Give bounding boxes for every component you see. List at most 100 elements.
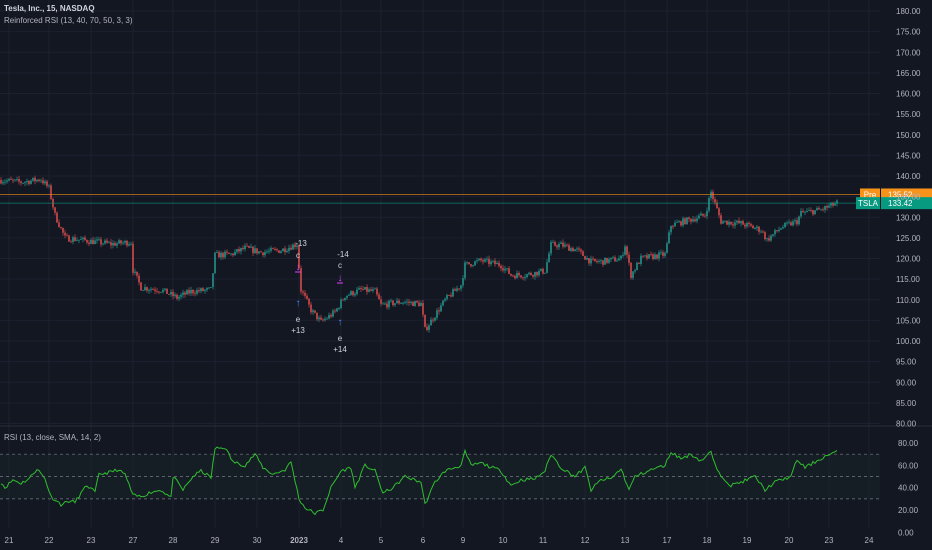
candle-body — [330, 315, 332, 317]
candle-body — [704, 215, 706, 217]
candle-body — [184, 292, 186, 295]
candle-body — [12, 179, 14, 181]
candle-body — [438, 310, 440, 312]
candle-body — [398, 300, 400, 304]
candle-body — [78, 239, 80, 241]
arrow-down-icon: ↓ — [296, 262, 301, 273]
rsi-legend[interactable]: RSI (13, close, SMA, 14, 2) — [4, 433, 101, 442]
candle-body — [366, 287, 368, 292]
candle-body — [482, 260, 484, 262]
candle-body — [616, 260, 618, 262]
candle-body — [486, 258, 488, 260]
candle-body — [166, 288, 168, 295]
candle-body — [138, 275, 140, 283]
indicator-legend[interactable]: Reinforced RSI (13, 40, 70, 50, 3, 3) — [4, 16, 133, 25]
candle-body — [672, 225, 674, 227]
candle-body — [234, 251, 236, 256]
candle-body — [208, 287, 210, 289]
chart-canvas[interactable]: Pre 135.52TSLA 133.42 -13c↓↑e+13-14c↓↑e+14… — [0, 0, 932, 550]
candle-body — [422, 303, 424, 315]
candle-body — [658, 252, 660, 259]
price-tick-label: 120.00 — [896, 255, 921, 264]
signal-bull-label: e — [296, 315, 301, 324]
candle-body — [620, 255, 622, 259]
candle-body — [16, 178, 18, 180]
candle-body — [406, 301, 408, 303]
rsi-tick-label: 0.00 — [898, 528, 914, 537]
candle-body — [558, 243, 560, 248]
candle-body — [624, 246, 626, 255]
candle-body — [738, 220, 740, 224]
candle-body — [798, 216, 800, 225]
candle-body — [416, 301, 418, 303]
candle-body — [652, 254, 654, 259]
candle-body — [206, 288, 208, 290]
candle-body — [640, 255, 642, 264]
candle-body — [774, 230, 776, 235]
candle-body — [18, 178, 20, 182]
candle-body — [594, 258, 596, 262]
candle-body — [0, 180, 2, 184]
time-tick-label: 30 — [253, 536, 262, 545]
candle-body — [230, 253, 232, 255]
candle-body — [742, 221, 744, 225]
candle-body — [590, 258, 592, 264]
candle-body — [248, 246, 250, 248]
candle-body — [140, 282, 142, 291]
candle-body — [792, 221, 794, 226]
candle-body — [510, 273, 512, 276]
candle-body — [518, 273, 520, 276]
price-tick-label: 175.00 — [896, 28, 921, 37]
signal-bull-count: +13 — [291, 326, 305, 335]
candle-body — [476, 260, 478, 262]
candle-body — [224, 251, 226, 258]
candle-body — [360, 288, 362, 290]
candle-body — [290, 247, 292, 250]
candle-body — [602, 260, 604, 265]
candle-body — [574, 249, 576, 252]
candle-body — [508, 268, 510, 274]
candle-body — [692, 219, 694, 222]
candle-body — [492, 260, 494, 262]
candle-body — [276, 249, 278, 251]
candle-body — [468, 262, 470, 265]
candle-body — [136, 271, 138, 276]
candle-body — [82, 237, 84, 240]
candle-body — [534, 271, 536, 277]
candle-body — [302, 291, 304, 293]
candle-body — [188, 290, 190, 294]
candle-body — [668, 232, 670, 244]
candle-body — [202, 288, 204, 291]
candle-body — [826, 206, 828, 208]
candle-body — [92, 239, 94, 245]
candle-body — [274, 249, 276, 250]
candle-body — [34, 177, 36, 182]
candle-body — [644, 255, 646, 257]
candle-body — [64, 232, 66, 236]
candle-body — [322, 319, 324, 321]
candle-body — [108, 242, 110, 244]
candle-body — [608, 259, 610, 263]
candle-body — [386, 303, 388, 308]
candle-body — [380, 299, 382, 304]
price-tick-label: 110.00 — [896, 296, 920, 305]
candle-body — [714, 199, 716, 203]
candle-body — [346, 295, 348, 298]
candle-body — [236, 249, 238, 252]
candle-body — [556, 245, 558, 248]
candle-body — [86, 240, 88, 243]
candle-body — [650, 254, 652, 255]
candle-body — [584, 256, 586, 260]
candle-body — [718, 208, 720, 216]
candle-body — [4, 181, 6, 183]
candle-body — [566, 244, 568, 246]
time-tick-label: 11 — [539, 536, 548, 545]
symbol-legend[interactable]: Tesla, Inc., 15, NASDAQ — [4, 4, 95, 13]
candle-body — [732, 224, 734, 226]
candle-body — [646, 255, 648, 259]
candle-body — [526, 274, 528, 278]
candle-body — [520, 275, 522, 278]
candle-body — [352, 291, 354, 296]
candle-body — [156, 290, 158, 292]
candle-body — [168, 294, 170, 295]
